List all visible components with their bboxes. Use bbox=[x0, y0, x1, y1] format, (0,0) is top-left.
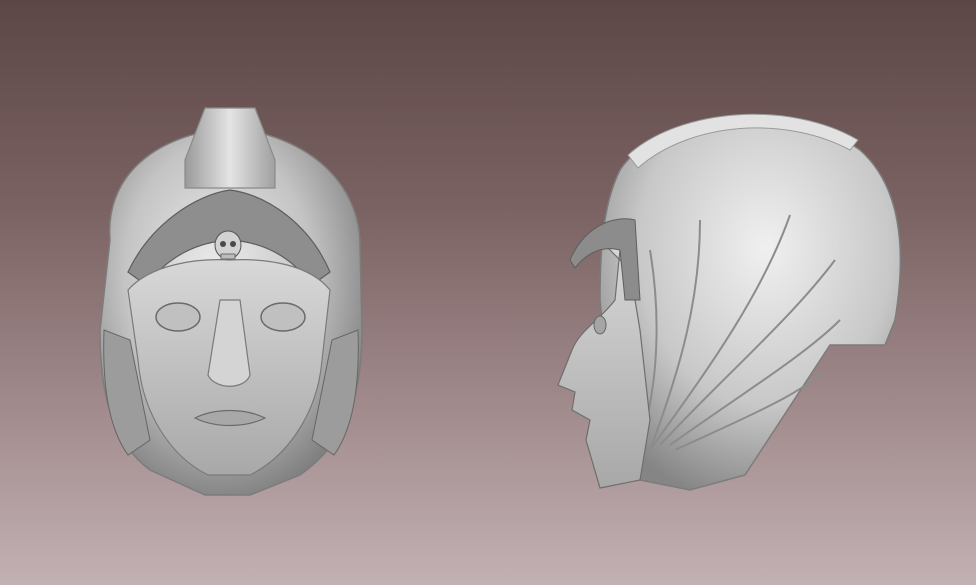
front-left-eye bbox=[155, 302, 201, 332]
side-view-helmet bbox=[557, 113, 902, 491]
render-canvas bbox=[99, 107, 902, 496]
front-view-helmet bbox=[99, 107, 363, 496]
front-right-eye bbox=[260, 302, 306, 332]
render-viewport bbox=[0, 0, 976, 585]
front-helmet-crest bbox=[184, 107, 276, 189]
skull-emblem bbox=[214, 230, 242, 260]
side-eye bbox=[593, 315, 607, 335]
